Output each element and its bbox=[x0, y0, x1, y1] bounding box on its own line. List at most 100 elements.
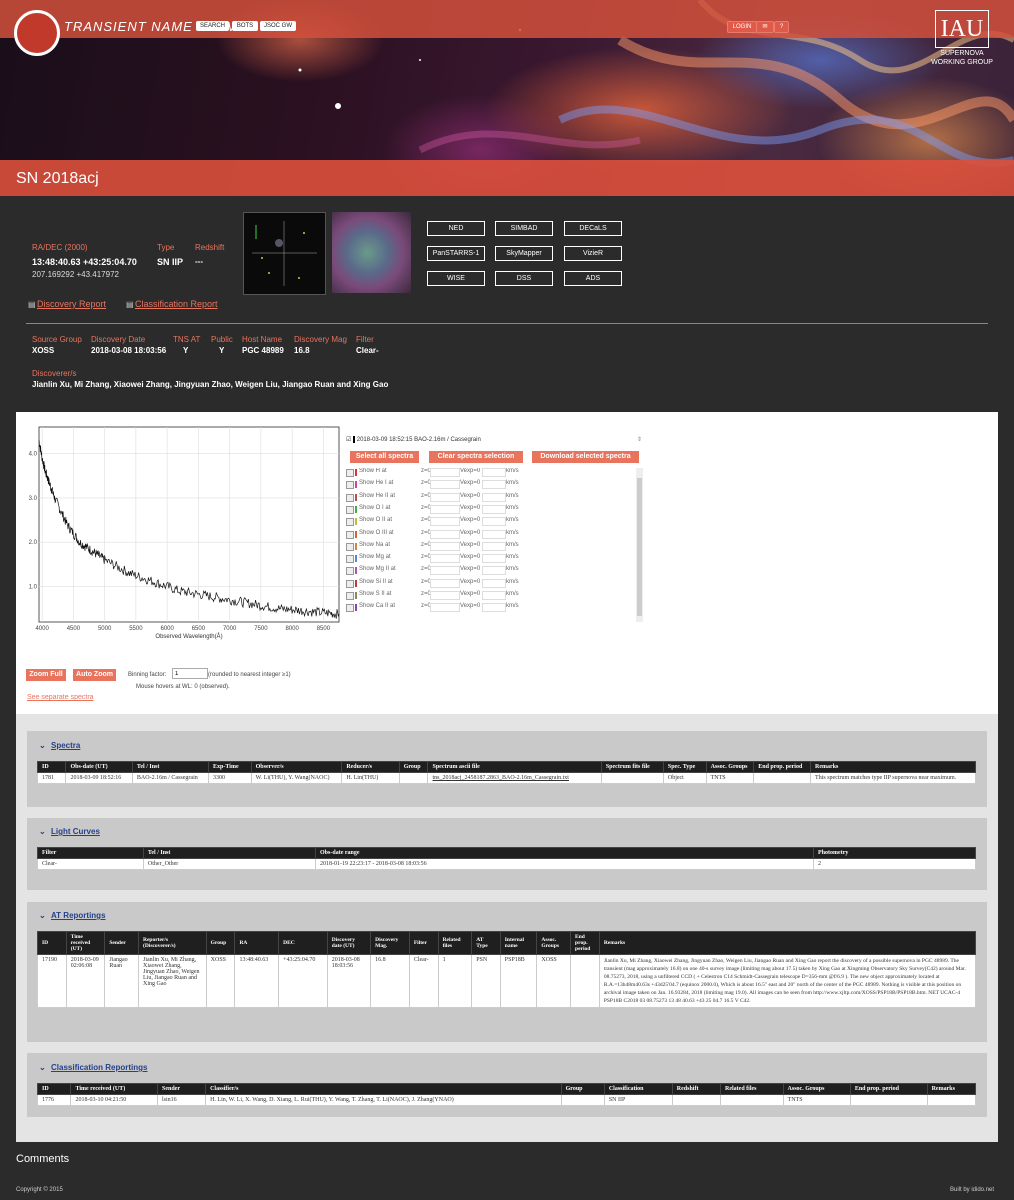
column-header[interactable]: Photometry bbox=[813, 847, 976, 859]
chevron-down-icon[interactable]: ⌄ bbox=[39, 911, 46, 920]
column-header[interactable]: DEC bbox=[278, 931, 328, 955]
spectrum-checkbox[interactable]: ☑ bbox=[346, 437, 351, 443]
z-input[interactable] bbox=[430, 480, 460, 490]
column-header[interactable]: ID bbox=[36, 1083, 72, 1095]
column-header[interactable]: Exp-Time bbox=[208, 761, 252, 773]
external-link-ads[interactable]: ADS bbox=[564, 271, 622, 286]
column-header[interactable]: Assoc. Groups bbox=[536, 931, 572, 955]
column-header[interactable]: Tel / Inst bbox=[142, 847, 317, 859]
see-separate-spectra-link[interactable]: See separate spectra bbox=[27, 694, 94, 701]
line-checkbox[interactable] bbox=[346, 567, 354, 576]
column-header[interactable]: Filter bbox=[408, 931, 439, 955]
vexp-input[interactable] bbox=[482, 541, 506, 551]
vexp-input[interactable] bbox=[482, 504, 506, 514]
column-header[interactable]: Related files bbox=[720, 1083, 784, 1095]
line-checkbox[interactable] bbox=[346, 481, 354, 490]
iau-logo[interactable]: IAU bbox=[935, 10, 989, 48]
line-checkbox[interactable] bbox=[346, 604, 354, 613]
auto-zoom-button[interactable]: Auto Zoom bbox=[73, 669, 116, 681]
column-header[interactable]: Sender bbox=[156, 1083, 207, 1095]
column-header[interactable]: Assoc. Groups bbox=[705, 761, 755, 773]
column-header[interactable]: Time received (UT) bbox=[70, 1083, 158, 1095]
line-checkbox[interactable] bbox=[346, 469, 354, 477]
binning-factor-input[interactable] bbox=[172, 668, 208, 679]
z-input[interactable] bbox=[430, 504, 460, 514]
column-header[interactable]: Spec. Type bbox=[662, 761, 707, 773]
z-input[interactable] bbox=[430, 529, 460, 539]
column-header[interactable]: End prop. period bbox=[753, 761, 812, 773]
vexp-input[interactable] bbox=[482, 554, 506, 564]
vexp-input[interactable] bbox=[482, 603, 506, 613]
spectra-section-title[interactable]: Spectra bbox=[51, 741, 80, 750]
column-header[interactable]: Spectrum fits file bbox=[600, 761, 664, 773]
spectrum-select[interactable]: ☑ 2018-03-09 18:52:15 BAO-2.16m / Casseg… bbox=[346, 436, 642, 448]
envelope-icon[interactable]: ✉ bbox=[756, 21, 774, 33]
scrollbar-thumb[interactable] bbox=[637, 478, 642, 616]
line-list-scrollbar[interactable] bbox=[636, 468, 643, 622]
column-header[interactable]: Remarks bbox=[598, 931, 977, 955]
chevron-down-icon[interactable]: ⌄ bbox=[39, 827, 46, 836]
login-button[interactable]: LOGIN bbox=[727, 21, 757, 33]
column-header[interactable]: Sender bbox=[104, 931, 139, 955]
external-link-panstarrs-1[interactable]: PanSTARRS-1 bbox=[427, 246, 485, 261]
nav-bots-button[interactable]: BOTS bbox=[232, 21, 258, 31]
line-checkbox[interactable] bbox=[346, 592, 354, 600]
column-header[interactable]: Discovery date (UT) bbox=[326, 931, 372, 955]
vexp-input[interactable] bbox=[482, 492, 506, 502]
classification-report-link[interactable]: Classification Report bbox=[135, 299, 218, 309]
external-link-vizier[interactable]: VizieR bbox=[564, 246, 622, 261]
vexp-input[interactable] bbox=[482, 529, 506, 539]
column-header[interactable]: Group bbox=[205, 931, 236, 955]
column-header[interactable]: Filter bbox=[37, 847, 144, 859]
column-header[interactable]: Time received (UT) bbox=[65, 931, 106, 955]
column-header[interactable]: Assoc. Groups bbox=[782, 1083, 851, 1095]
column-header[interactable]: RA bbox=[234, 931, 280, 955]
column-header[interactable]: Classifier/s bbox=[205, 1083, 562, 1095]
z-input[interactable] bbox=[430, 566, 460, 576]
built-by[interactable]: Built by idido.net bbox=[950, 1187, 994, 1193]
column-header[interactable]: Tel / Inst bbox=[131, 761, 210, 773]
column-header[interactable]: ID bbox=[36, 761, 67, 773]
column-header[interactable]: Group bbox=[398, 761, 429, 773]
external-link-ned[interactable]: NED bbox=[427, 221, 485, 236]
classification-reportings-section-title[interactable]: Classification Reportings bbox=[51, 1063, 147, 1072]
line-checkbox[interactable] bbox=[346, 555, 354, 564]
column-header[interactable]: AT Type bbox=[471, 931, 501, 955]
vexp-input[interactable] bbox=[482, 468, 506, 477]
column-header[interactable]: Observer/s bbox=[250, 761, 343, 773]
column-header[interactable]: Reporter/s (Discoverer/s) bbox=[138, 931, 207, 955]
external-link-wise[interactable]: WISE bbox=[427, 271, 485, 286]
column-header[interactable]: Obs-date (UT) bbox=[65, 761, 133, 773]
z-input[interactable] bbox=[430, 468, 460, 477]
select-all-spectra-button[interactable]: Select all spectra bbox=[350, 451, 419, 463]
z-input[interactable] bbox=[430, 554, 460, 564]
at-reportings-section-title[interactable]: AT Reportings bbox=[51, 911, 106, 920]
z-input[interactable] bbox=[430, 517, 460, 527]
host-galaxy-thumbnail[interactable] bbox=[332, 212, 411, 293]
column-header[interactable]: Remarks bbox=[810, 761, 976, 773]
chevron-down-icon[interactable]: ⌄ bbox=[39, 1063, 46, 1072]
column-header[interactable]: Redshift bbox=[671, 1083, 722, 1095]
zoom-full-button[interactable]: Zoom Full bbox=[26, 669, 66, 681]
column-header[interactable]: Obs-date range bbox=[315, 847, 815, 859]
column-header[interactable]: Remarks bbox=[926, 1083, 977, 1095]
z-input[interactable] bbox=[430, 603, 460, 613]
nav-jsoc-gw-button[interactable]: JSOC GW bbox=[260, 21, 296, 31]
column-header[interactable]: Internal name bbox=[499, 931, 538, 955]
finder-chart-thumbnail[interactable] bbox=[243, 212, 326, 295]
column-header[interactable]: End prop. period bbox=[849, 1083, 928, 1095]
column-header[interactable]: Spectrum ascii file bbox=[427, 761, 602, 773]
vexp-input[interactable] bbox=[482, 578, 506, 588]
line-checkbox[interactable] bbox=[346, 493, 354, 502]
column-header[interactable]: Group bbox=[560, 1083, 605, 1095]
line-checkbox[interactable] bbox=[346, 579, 354, 588]
line-checkbox[interactable] bbox=[346, 505, 354, 514]
host-name-value[interactable]: PGC 48989 bbox=[242, 346, 284, 355]
column-header[interactable]: Classification bbox=[603, 1083, 673, 1095]
line-checkbox[interactable] bbox=[346, 518, 354, 527]
spectrum-file-link[interactable]: tns_2018acj_2458187.2863_BAO-2.16m_Casse… bbox=[427, 772, 602, 784]
line-checkbox[interactable] bbox=[346, 542, 354, 551]
discovery-report-link[interactable]: Discovery Report bbox=[37, 299, 106, 309]
line-checkbox[interactable] bbox=[346, 530, 354, 539]
external-link-decals[interactable]: DECaLS bbox=[564, 221, 622, 236]
